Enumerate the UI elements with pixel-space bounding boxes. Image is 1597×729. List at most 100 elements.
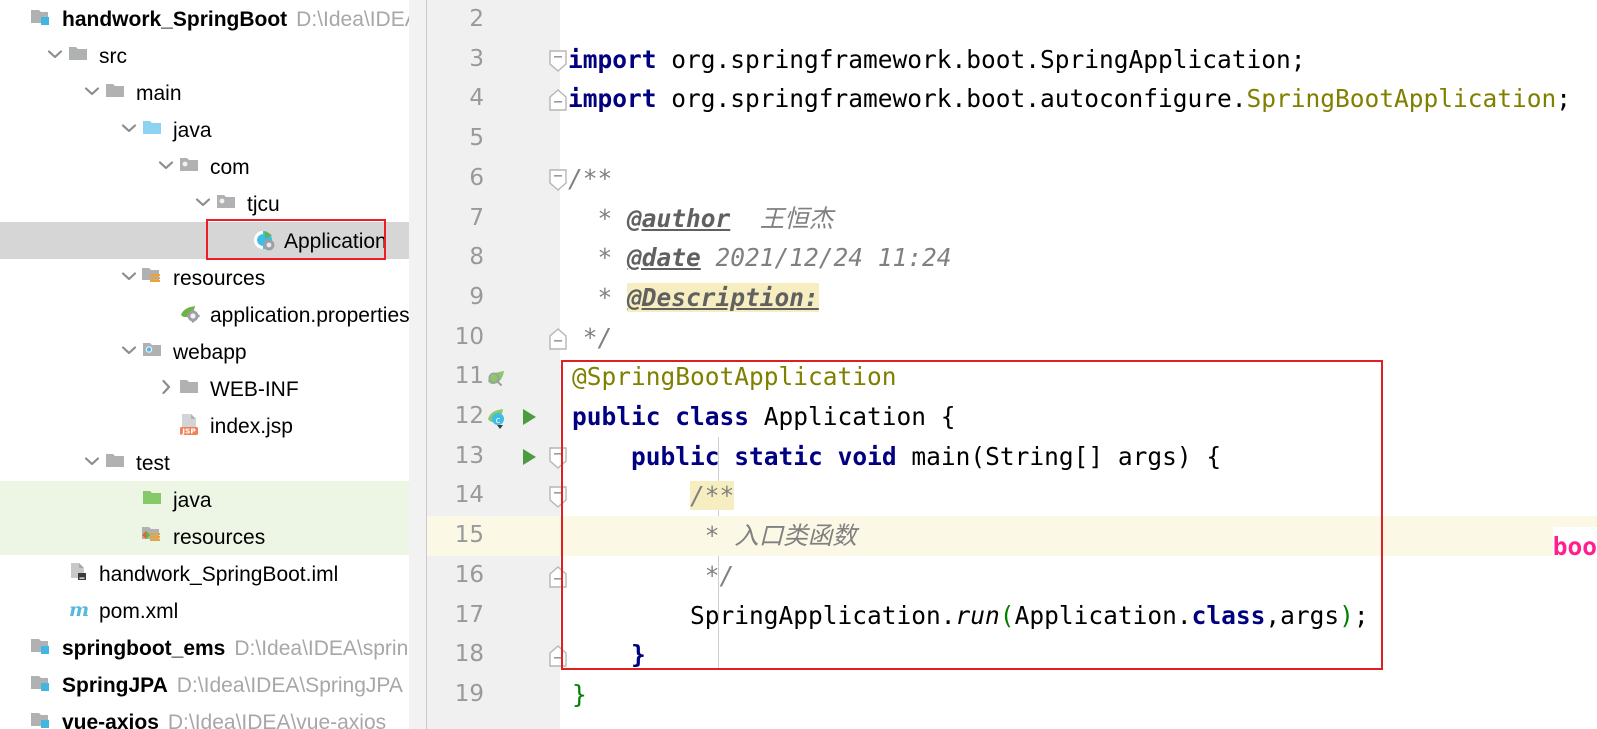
project-tree[interactable]: handwork_SpringBoot D:\Idea\IDEA\h. src mai… (0, 0, 426, 729)
code-line-15[interactable]: * 入口类函数 (560, 516, 1597, 556)
spring-properties-icon (178, 302, 204, 324)
chevron-down-icon[interactable] (117, 122, 141, 134)
tree-node-springboot-ems[interactable]: springboot_ems D:\Idea\IDEA\springbo (0, 629, 426, 666)
tree-node-com[interactable]: com (0, 148, 426, 185)
code-token: } (631, 640, 646, 670)
code-editor[interactable]: 2 3 4 5 6 7 8 9 10 11 12 c 13 14 15 16 17 18 19 import org… (427, 0, 1597, 729)
gutter-line-16[interactable]: 16 (427, 556, 567, 596)
gutter-line-15[interactable]: 15 (427, 516, 560, 556)
gutter-line-18[interactable]: 18 (427, 635, 567, 675)
chevron-down-icon[interactable] (154, 159, 178, 171)
tree-node-label: src (99, 44, 127, 68)
module-icon (30, 6, 56, 28)
tree-node-handwork-springboot[interactable]: handwork_SpringBoot D:\Idea\IDEA\h. (0, 0, 426, 37)
chevron-down-icon[interactable] (80, 85, 104, 97)
gutter-line-3[interactable]: 3 (427, 40, 567, 80)
chevron-down-icon[interactable] (117, 270, 141, 282)
code-token: @Description: (627, 282, 819, 312)
editor-code-area[interactable]: import org.springframework.boot.SpringAp… (560, 0, 1597, 729)
tree-node-resources[interactable]: resources (0, 259, 426, 296)
svg-text:c: c (496, 416, 501, 426)
tree-node-main[interactable]: main (0, 74, 426, 111)
code-line-6[interactable]: /** (560, 159, 1597, 199)
gutter-line-19[interactable]: 19 (427, 675, 560, 715)
code-line-18[interactable]: } (560, 635, 1597, 675)
tree-node-label: handwork_SpringBoot (62, 7, 288, 31)
tree-node-test[interactable]: test (0, 444, 426, 481)
gutter-line-17[interactable]: 17 (427, 596, 560, 636)
tree-node-label: pom.xml (99, 599, 179, 623)
chevron-down-icon[interactable] (43, 48, 67, 60)
gutter-line-4[interactable]: 4 (427, 79, 567, 119)
tree-node-label: resources (173, 525, 266, 549)
gutter-line-8[interactable]: 8 (427, 238, 560, 278)
svg-text:JSP: JSP (181, 427, 196, 436)
gutter-line-5[interactable]: 5 (427, 119, 560, 159)
chevron-down-icon[interactable] (191, 196, 215, 208)
code-line-19[interactable]: } (560, 675, 1597, 715)
code-line-text: public class Application { (572, 397, 956, 437)
tree-node-tjcu[interactable]: tjcu (0, 185, 426, 222)
code-line-7[interactable]: * @author 王恒杰 (560, 199, 1597, 239)
code-line-14[interactable]: /** (560, 476, 1597, 516)
gutter-line-7[interactable]: 7 (427, 199, 560, 239)
tree-node-java[interactable]: java (0, 111, 426, 148)
tree-node-vue-axios[interactable]: vue-axios D:\Idea\IDEA\vue-axios (0, 703, 426, 729)
tree-node-label: com (210, 155, 250, 179)
chevron-right-icon[interactable] (154, 378, 178, 396)
run-icon[interactable] (519, 407, 539, 431)
code-line-3[interactable]: import org.springframework.boot.SpringAp… (560, 40, 1597, 80)
tree-node-web-inf[interactable]: WEB-INF (0, 370, 426, 407)
project-tool-window[interactable]: handwork_SpringBoot D:\Idea\IDEA\h. src mai… (0, 0, 426, 729)
tree-node-handwork-springboot-iml[interactable]: handwork_SpringBoot.iml (0, 555, 426, 592)
code-line-text: */ (568, 318, 613, 358)
code-token: class (675, 402, 750, 431)
code-line-2[interactable] (560, 0, 1597, 40)
spring-run-icon[interactable]: c (485, 404, 515, 434)
code-line-9[interactable]: * @Description: (560, 278, 1597, 318)
code-line-text: public static void main(String[] args) { (572, 437, 1221, 477)
code-token: /** (690, 481, 735, 511)
line-number: 3 (469, 45, 484, 72)
code-line-12[interactable]: public class Application { (560, 397, 1597, 437)
editor-gutter[interactable]: 2 3 4 5 6 7 8 9 10 11 12 c 13 14 15 16 17 18 19 (427, 0, 567, 729)
package-icon (178, 154, 204, 176)
tree-node-index-jsp[interactable]: JSP index.jsp (0, 407, 426, 444)
line-number: 16 (454, 561, 484, 588)
tree-node-webapp[interactable]: webapp (0, 333, 426, 370)
gutter-line-9[interactable]: 9 (427, 278, 560, 318)
gutter-line-11[interactable]: 11 (427, 357, 560, 397)
gutter-line-14[interactable]: 14 (427, 476, 567, 516)
chevron-down-icon[interactable] (117, 344, 141, 356)
chevron-down-icon[interactable] (80, 455, 104, 467)
code-line-13[interactable]: public static void main(String[] args) { (560, 437, 1597, 477)
code-line-10[interactable]: */ (560, 318, 1597, 358)
code-line-5[interactable] (560, 119, 1597, 159)
code-line-16[interactable]: */ (560, 556, 1597, 596)
tree-node-application[interactable]: Application (0, 222, 426, 259)
tree-node-pom-xml[interactable]: m pom.xml (0, 592, 426, 629)
code-line-8[interactable]: * @date 2021/12/24 11:24 (560, 238, 1597, 278)
run-icon[interactable] (519, 447, 539, 471)
code-line-text: */ (572, 556, 735, 596)
code-line-11[interactable]: @SpringBootApplication (560, 357, 1597, 397)
spring-bean-icon[interactable] (485, 364, 515, 394)
gutter-line-10[interactable]: 10 (427, 318, 567, 358)
tree-node-springjpa[interactable]: SpringJPA D:\Idea\IDEA\SpringJPA (0, 666, 426, 703)
gutter-line-2[interactable]: 2 (427, 0, 560, 40)
tree-node-resources[interactable]: resources (0, 518, 426, 555)
code-line-4[interactable]: import org.springframework.boot.autoconf… (560, 79, 1597, 119)
code-token: void (837, 441, 897, 471)
tree-node-application-properties[interactable]: application.properties (0, 296, 426, 333)
code-line-17[interactable]: SpringApplication.run(Application.class,… (560, 596, 1597, 636)
tree-node-src[interactable]: src (0, 37, 426, 74)
line-number: 14 (454, 482, 484, 509)
gutter-line-13[interactable]: 13 (427, 437, 567, 477)
line-number: 7 (469, 204, 484, 231)
sidebar-scrollbar-track[interactable] (409, 0, 426, 729)
tree-node-java[interactable]: java (0, 481, 426, 518)
gutter-line-6[interactable]: 6 (427, 159, 567, 199)
gutter-line-12[interactable]: 12 c (427, 397, 560, 437)
